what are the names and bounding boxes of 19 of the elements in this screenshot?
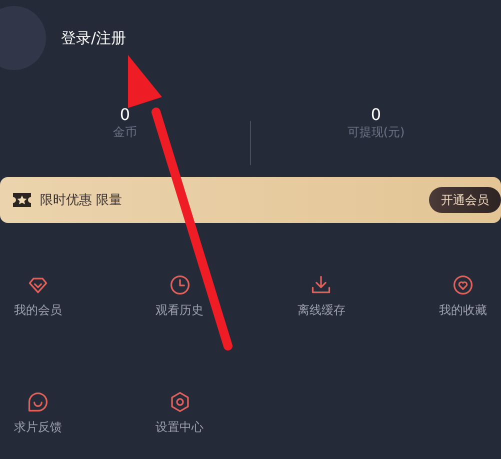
stat-value: 0 <box>120 106 130 124</box>
menu-label[interactable]: 设置中心 <box>156 419 204 436</box>
stat-value: 0 <box>370 106 382 124</box>
clock-icon[interactable] <box>168 274 191 296</box>
promo-text: 限时优惠 限量 <box>40 192 124 209</box>
menu-label[interactable]: 离线缓存 <box>297 302 346 319</box>
settings-icon[interactable] <box>168 391 191 413</box>
download-icon[interactable] <box>310 274 332 296</box>
ticket-star-icon <box>12 192 32 208</box>
vip-button[interactable]: 开通会员 <box>429 187 501 213</box>
promo-banner[interactable]: 限时优惠 限量 开通会员 <box>0 177 501 223</box>
menu-label[interactable]: 观看历史 <box>156 302 204 319</box>
stat-label: 金币 <box>113 124 137 140</box>
menu-label[interactable]: 我的收藏 <box>439 302 488 319</box>
login-link[interactable]: 登录/注册 <box>61 28 126 48</box>
chat-icon[interactable] <box>26 391 49 413</box>
stat-label: 可提现(元) <box>347 124 405 140</box>
menu-label[interactable]: 求片反馈 <box>14 419 62 436</box>
menu-label[interactable]: 我的会员 <box>14 302 62 319</box>
